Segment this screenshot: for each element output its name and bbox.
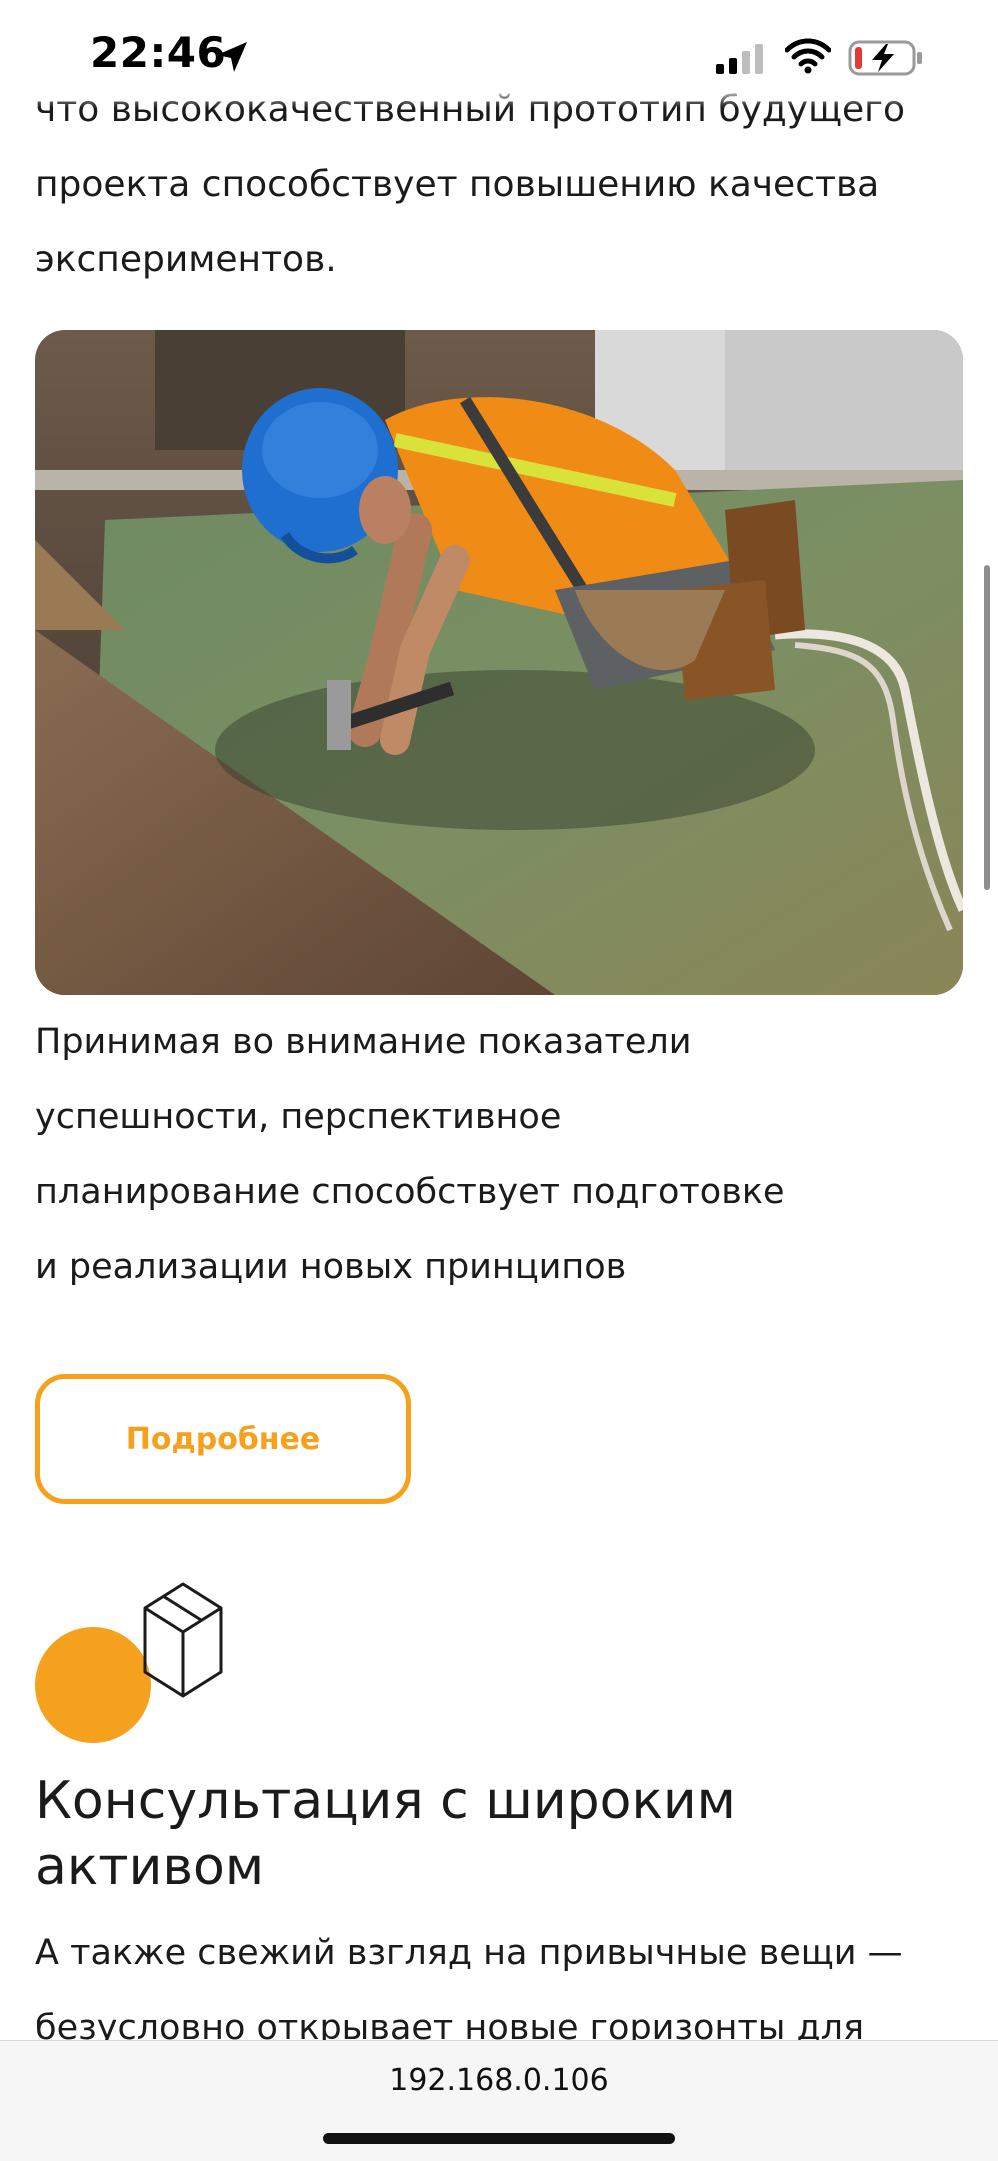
intro-text-line: проекта способствует повышению качества [35, 164, 880, 205]
intro-text-line: экспериментов. [35, 239, 337, 280]
hero-image [35, 330, 963, 995]
roofer-photo-illustration [35, 330, 963, 995]
browser-bottom-bar: 192.168.0.106 [0, 2040, 998, 2161]
scroll-indicator[interactable] [984, 565, 990, 890]
wifi-icon [785, 38, 831, 74]
location-arrow-icon [217, 42, 247, 72]
page-content: что высококачественный прототип будущего… [0, 0, 998, 2160]
more-button[interactable]: Подробнее [35, 1374, 411, 1504]
paragraph-line: успешности, перспективное [35, 1097, 562, 1137]
status-bar: 22:46 [0, 0, 998, 108]
box-icon [35, 1580, 225, 1745]
paragraph-line: планирование способствует подготовке [35, 1172, 785, 1212]
home-indicator[interactable] [323, 2133, 675, 2144]
cellular-signal-icon [716, 44, 763, 74]
paragraph-line: Принимая во внимание показатели [35, 1022, 692, 1062]
feature-text-line: А также свежий взгляд на привычные вещи … [35, 1933, 903, 1973]
address-bar[interactable]: 192.168.0.106 [0, 2063, 998, 2098]
battery-charging-icon [848, 40, 922, 76]
paragraph-line: и реализации новых принципов [35, 1247, 627, 1287]
status-time: 22:46 [90, 28, 227, 77]
feature-title: Консультация с широким активом [35, 1771, 736, 1897]
